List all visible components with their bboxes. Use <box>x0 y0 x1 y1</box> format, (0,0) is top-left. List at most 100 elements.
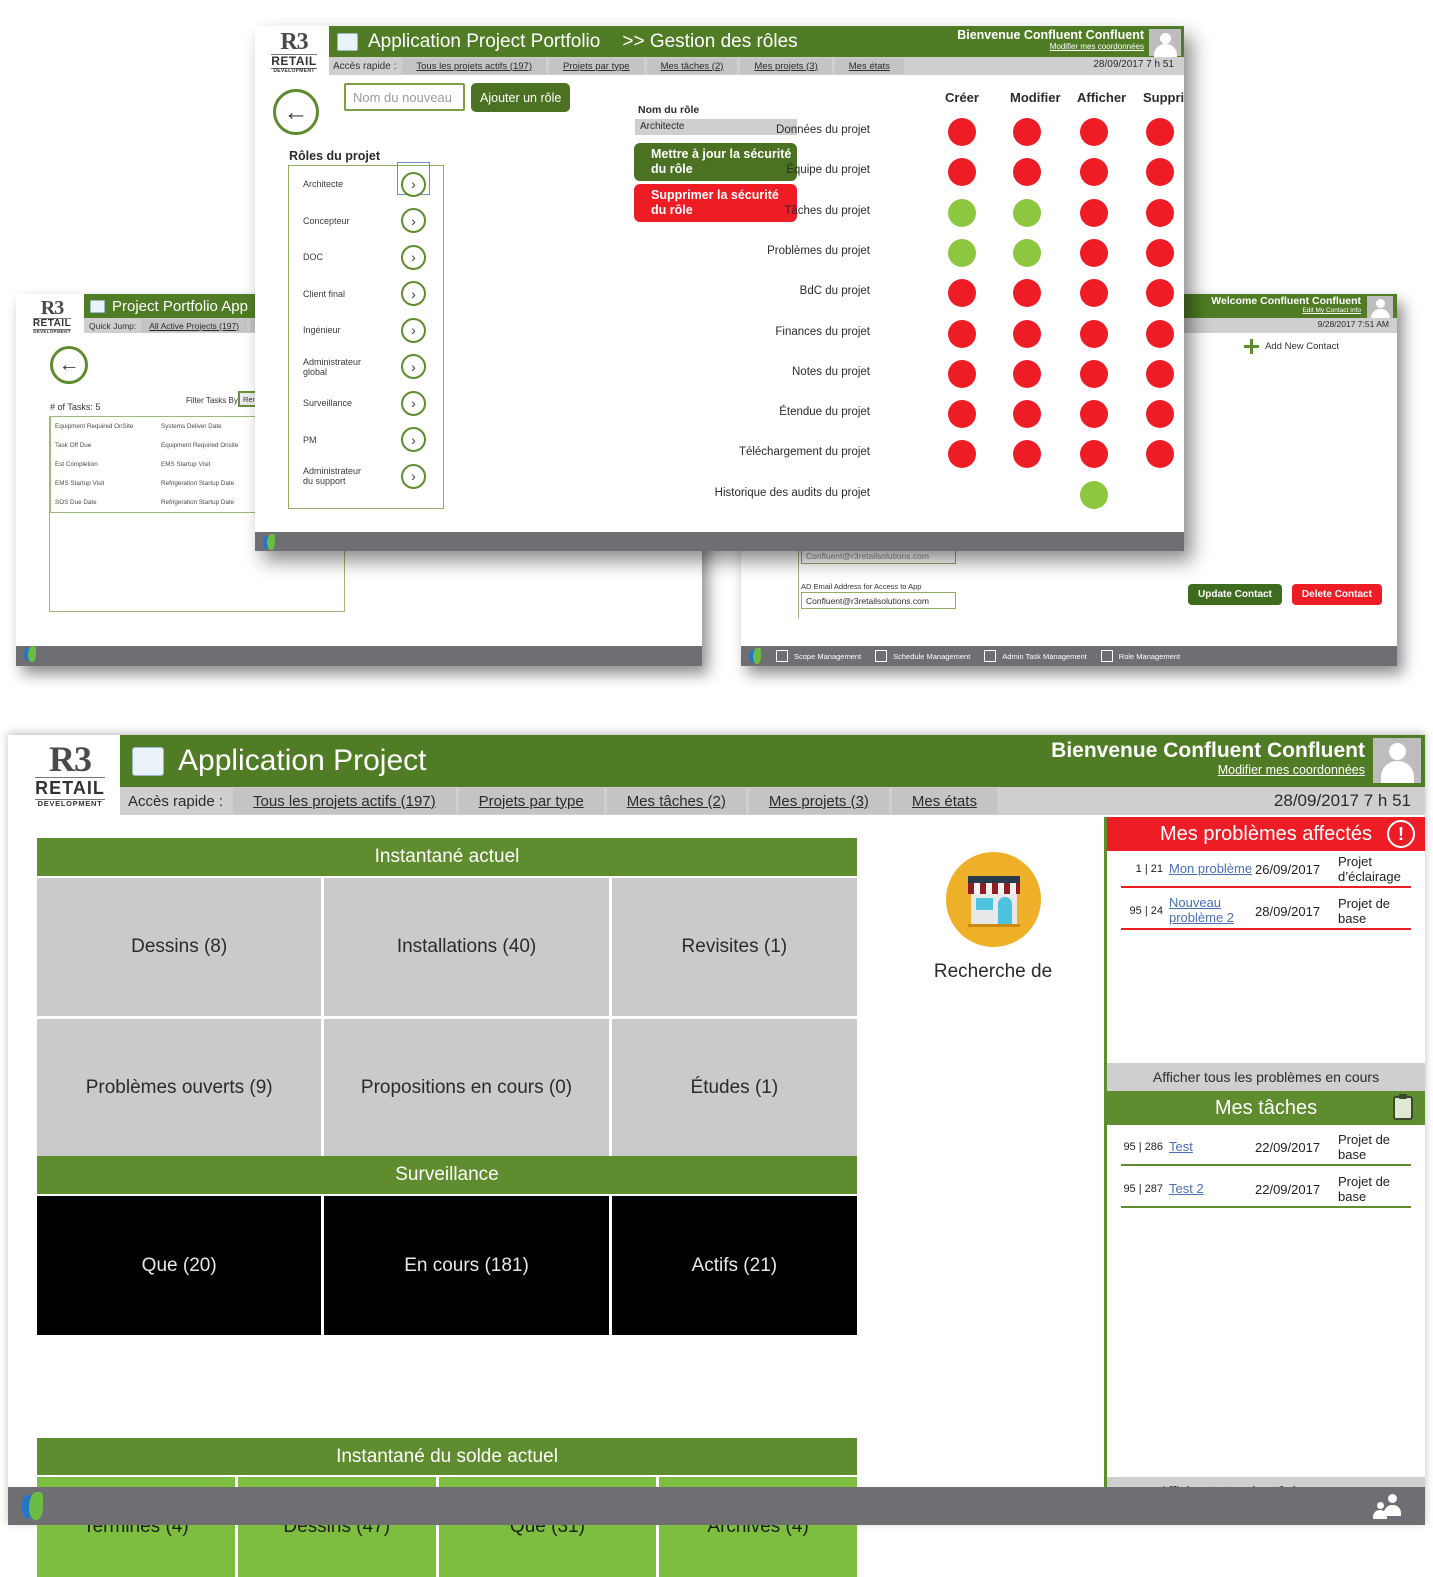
role-management-window[interactable]: R3 RETAIL DEVELOPMENT Application Projec… <box>255 26 1184 551</box>
add-new-contact-button[interactable]: Add New Contact <box>1244 339 1339 354</box>
permission-toggle-supprimer[interactable] <box>1146 238 1174 267</box>
back-button[interactable]: ← <box>273 89 319 135</box>
item-title-link[interactable]: Test <box>1169 1140 1193 1155</box>
permission-toggle-créer[interactable] <box>948 279 976 308</box>
permission-toggle-afficher[interactable] <box>1080 238 1108 267</box>
tab-tous-les-projets-actifs-197[interactable]: Tous les projets actifs (197) <box>402 58 547 74</box>
permission-toggle-modifier[interactable] <box>1013 440 1041 469</box>
permission-toggle-modifier[interactable] <box>1013 359 1041 388</box>
permission-toggle-afficher[interactable] <box>1080 480 1108 509</box>
tile-propositions-en-cours[interactable]: Propositions en cours (0) <box>324 1019 609 1156</box>
avatar[interactable] <box>1149 29 1181 57</box>
tab-mes-t-ches-2[interactable]: Mes tâches (2) <box>646 58 738 74</box>
role-detail-arrow-icon[interactable]: › <box>401 244 426 270</box>
footer-item-scope-management[interactable]: Scope Management <box>776 650 861 662</box>
role-detail-arrow-icon[interactable]: › <box>401 171 426 197</box>
back-button[interactable]: ← <box>50 346 88 384</box>
edit-contact-link[interactable]: Modifier mes coordonnées <box>1051 763 1365 777</box>
permission-toggle-créer[interactable] <box>948 319 976 348</box>
footer-item-admin-task-management[interactable]: Admin Task Management <box>984 650 1087 662</box>
footer-item-schedule-management[interactable]: Schedule Management <box>875 650 970 662</box>
role-list-item[interactable]: Ingénieur › <box>289 312 443 349</box>
permission-toggle-supprimer[interactable] <box>1146 279 1174 308</box>
add-role-button[interactable]: Ajouter un rôle <box>471 83 571 112</box>
item-title-link[interactable]: Mon problème <box>1169 862 1252 877</box>
delete-contact-button[interactable]: Delete Contact <box>1291 584 1382 605</box>
list-item[interactable]: 95 | 287 Test 2 22/09/2017 Projet de base <box>1121 1171 1411 1206</box>
permission-toggle-créer[interactable] <box>948 359 976 388</box>
permission-toggle-supprimer[interactable] <box>1146 400 1174 429</box>
avatar[interactable] <box>1373 738 1421 783</box>
permission-toggle-modifier[interactable] <box>1013 319 1041 348</box>
role-list-item[interactable]: DOC › <box>289 239 443 276</box>
tab-projets-par-type[interactable]: Projets par type <box>549 58 644 74</box>
permission-toggle-afficher[interactable] <box>1080 440 1108 469</box>
permission-toggle-supprimer[interactable] <box>1146 198 1174 227</box>
show-all-issues-button[interactable]: Afficher tous les problèmes en cours <box>1107 1063 1425 1091</box>
tile-en-cours[interactable]: En cours (181) <box>324 1196 609 1335</box>
footer-item-role-management[interactable]: Role Management <box>1100 650 1180 662</box>
permission-toggle-afficher[interactable] <box>1080 359 1108 388</box>
tile-que[interactable]: Que (20) <box>37 1196 322 1335</box>
permission-toggle-supprimer[interactable] <box>1146 158 1174 187</box>
home-icon[interactable] <box>90 299 105 313</box>
permission-toggle-modifier[interactable] <box>1013 118 1041 146</box>
role-list-item[interactable]: Concepteur › <box>289 203 443 240</box>
permission-toggle-créer[interactable] <box>948 158 976 187</box>
tile-problemes-ouverts[interactable]: Problèmes ouverts (9) <box>37 1019 322 1156</box>
edit-contact-link[interactable]: Edit My Contact Info <box>1211 307 1361 314</box>
delete-role-security-button[interactable]: Supprimer la sécurité du rôle <box>634 184 797 223</box>
permission-toggle-afficher[interactable] <box>1080 118 1108 146</box>
tab-mes-tats[interactable]: Mes états <box>834 58 904 74</box>
role-detail-arrow-icon[interactable]: › <box>401 463 426 489</box>
role-detail-arrow-icon[interactable]: › <box>401 354 426 380</box>
new-role-name-input[interactable]: Nom du nouveau <box>344 83 465 111</box>
permission-toggle-modifier[interactable] <box>1013 158 1041 187</box>
tab-tous-les-projets-actifs-197[interactable]: Tous les projets actifs (197) <box>233 788 456 814</box>
permission-toggle-afficher[interactable] <box>1080 158 1108 187</box>
role-list-item[interactable]: Administrateur global › <box>289 349 443 386</box>
tile-etudes[interactable]: Études (1) <box>611 1019 857 1156</box>
update-contact-button[interactable]: Update Contact <box>1188 584 1282 605</box>
tab-mes-projets-3[interactable]: Mes projets (3) <box>740 58 832 74</box>
permission-toggle-afficher[interactable] <box>1080 198 1108 227</box>
item-title-link[interactable]: Nouveau problème 2 <box>1169 896 1255 925</box>
store-search-block[interactable]: Recherche de <box>888 852 1098 983</box>
permission-toggle-afficher[interactable] <box>1080 400 1108 429</box>
permission-toggle-créer[interactable] <box>948 440 976 469</box>
permission-toggle-modifier[interactable] <box>1013 400 1041 429</box>
main-dashboard-window[interactable]: R3 RETAIL DEVELOPMENT Application Projec… <box>8 735 1425 1577</box>
permission-toggle-modifier[interactable] <box>1013 198 1041 227</box>
permission-toggle-afficher[interactable] <box>1080 279 1108 308</box>
tab-all-active-projects[interactable]: All Active Projects (197) <box>141 319 248 332</box>
permission-toggle-supprimer[interactable] <box>1146 440 1174 469</box>
permission-toggle-modifier[interactable] <box>1013 279 1041 308</box>
permission-toggle-créer[interactable] <box>948 198 976 227</box>
permission-toggle-supprimer[interactable] <box>1146 319 1174 348</box>
tile-revisites[interactable]: Revisites (1) <box>611 878 857 1016</box>
home-icon[interactable] <box>132 746 164 776</box>
permission-toggle-supprimer[interactable] <box>1146 359 1174 388</box>
permission-toggle-modifier[interactable] <box>1013 238 1041 267</box>
tile-actifs[interactable]: Actifs (21) <box>611 1196 857 1335</box>
role-detail-arrow-icon[interactable]: › <box>401 208 426 234</box>
role-list-item[interactable]: Client final › <box>289 276 443 313</box>
permission-toggle-créer[interactable] <box>948 118 976 146</box>
tab-projets-par-type[interactable]: Projets par type <box>458 788 604 814</box>
permission-toggle-afficher[interactable] <box>1080 319 1108 348</box>
permission-toggle-créer[interactable] <box>948 238 976 267</box>
list-item[interactable]: 1 | 21 Mon problème 26/09/2017 Projet d’écl… <box>1121 851 1411 886</box>
list-item[interactable]: 95 | 286 Test 22/09/2017 Projet de base <box>1121 1129 1411 1164</box>
avatar[interactable] <box>1367 296 1393 320</box>
people-icon[interactable] <box>1373 1494 1407 1519</box>
home-icon[interactable] <box>337 32 358 51</box>
role-detail-arrow-icon[interactable]: › <box>401 427 426 453</box>
role-list-item[interactable]: PM › <box>289 422 443 459</box>
permission-toggle-supprimer[interactable] <box>1146 118 1174 146</box>
role-list-item[interactable]: Administrateur du support › <box>289 458 443 495</box>
tab-mes-tats[interactable]: Mes états <box>891 788 997 814</box>
permission-toggle-créer[interactable] <box>948 400 976 429</box>
tile-installations[interactable]: Installations (40) <box>324 878 609 1016</box>
update-role-security-button[interactable]: Mettre à jour la sécurité du rôle <box>634 143 797 182</box>
tile-dessins[interactable]: Dessins (8) <box>37 878 322 1016</box>
